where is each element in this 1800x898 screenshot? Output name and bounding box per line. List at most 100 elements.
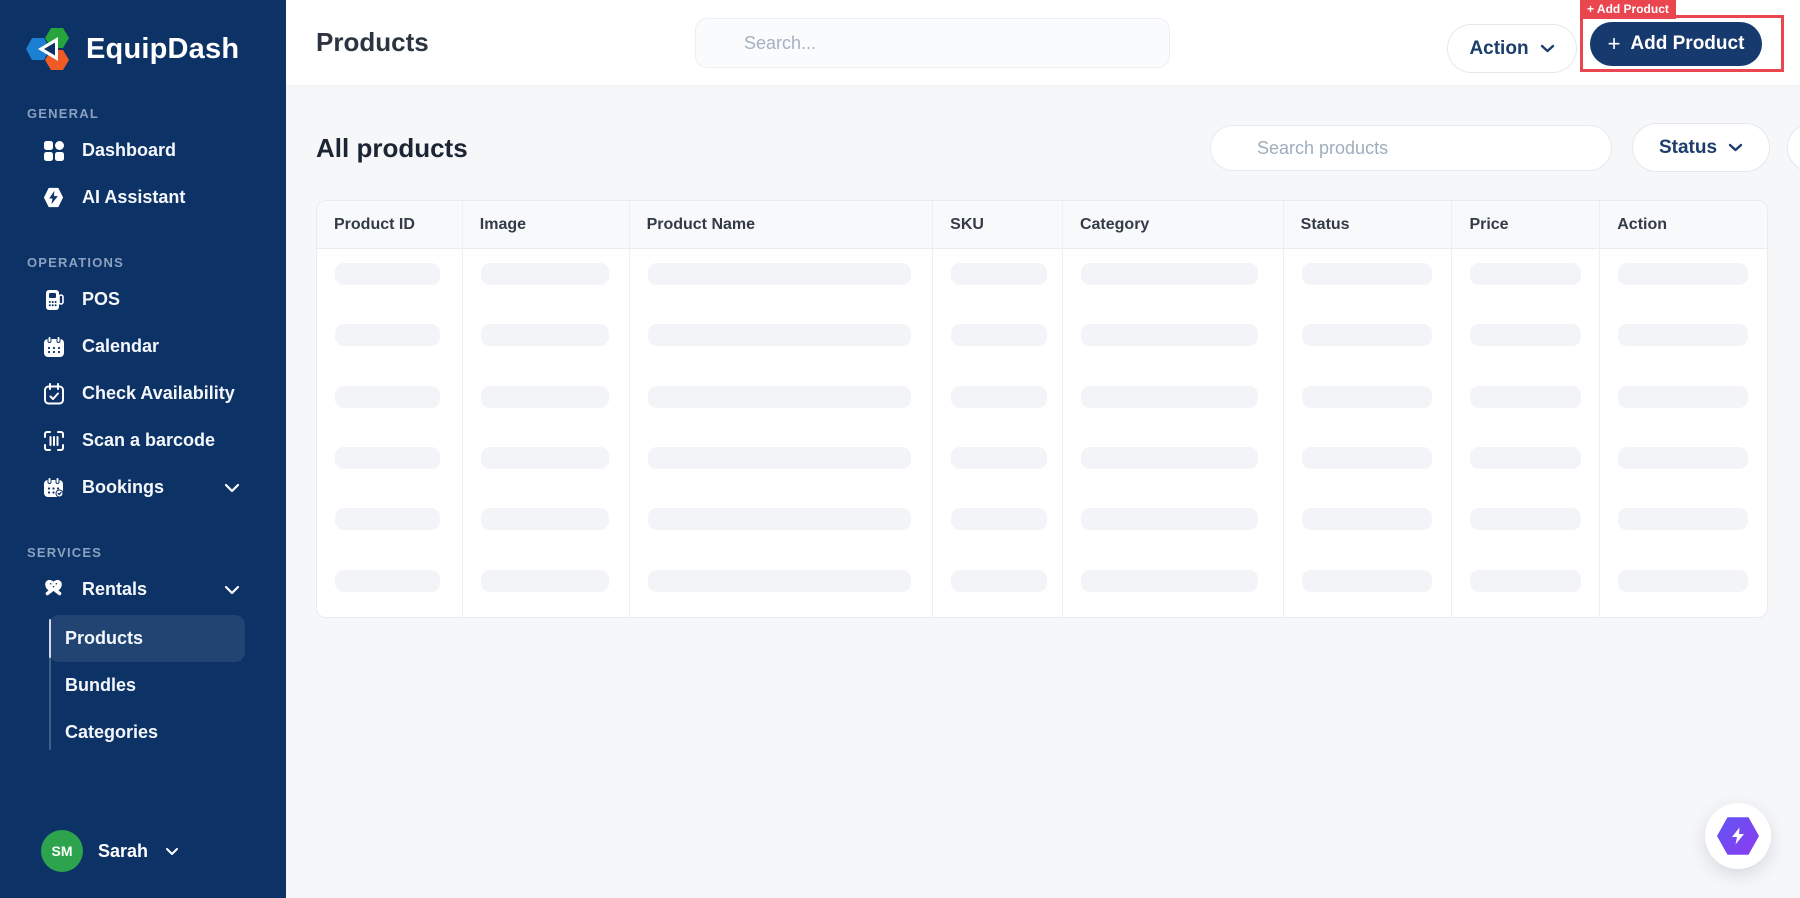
table-cell — [630, 249, 933, 310]
equipdash-logo-icon — [26, 28, 69, 70]
skeleton-bar — [1080, 324, 1258, 347]
sidebar-item-bundles[interactable]: Bundles — [49, 662, 245, 709]
table-cell — [317, 556, 462, 617]
chevron-down-icon — [1728, 143, 1743, 152]
calendar-check-icon — [42, 382, 65, 405]
table-cell — [1284, 249, 1452, 310]
table-column: Category — [1062, 201, 1284, 617]
sidebar-item-label: Dashboard — [82, 140, 177, 160]
column-header: Price — [1452, 201, 1600, 249]
status-filter-button[interactable]: Status — [1632, 123, 1770, 172]
skeleton-bar — [1470, 508, 1582, 531]
skeleton-bar — [1080, 569, 1258, 592]
search-input[interactable] — [695, 18, 1170, 68]
skeleton-bar — [1618, 263, 1749, 285]
skeleton-bar — [335, 385, 440, 408]
table-cell — [933, 372, 1062, 433]
table-column: Product ID — [317, 201, 463, 617]
calendar-icon — [42, 335, 65, 358]
skeleton-bar — [1470, 446, 1582, 469]
table-cell — [1063, 310, 1283, 371]
skeleton-bar — [951, 569, 1048, 592]
sidebar-item-scan-barcode[interactable]: Scan a barcode — [0, 417, 286, 464]
sidebar-item-label: Rentals — [82, 579, 148, 599]
lightning-hexagon-icon — [1717, 817, 1759, 855]
table-cell — [317, 249, 462, 310]
table-cell — [630, 556, 933, 617]
skeleton-bar — [1618, 508, 1749, 531]
user-menu[interactable]: SM Sarah — [0, 830, 286, 898]
table-cell — [933, 310, 1062, 371]
annotation-highlight-box: + Add Product — [1580, 0, 1784, 72]
sidebar-item-label: AI Assistant — [82, 187, 186, 207]
table-cell — [1600, 310, 1767, 371]
top-bar: Products Action + Add Product + Add Prod… — [286, 0, 1800, 86]
search-products-input[interactable] — [1210, 125, 1612, 171]
skeleton-bar — [480, 508, 609, 531]
section-label-services: SERVICES — [27, 545, 103, 560]
skeleton-bar — [1470, 263, 1582, 285]
rentals-paddles-icon — [42, 578, 65, 601]
table-cell — [463, 372, 629, 433]
skeleton-bar — [335, 324, 440, 347]
sidebar-item-bookings[interactable]: Bookings — [0, 464, 286, 511]
table-cell — [1063, 372, 1283, 433]
skeleton-bar — [1618, 569, 1749, 592]
table-cell — [1600, 433, 1767, 494]
table-cell — [630, 372, 933, 433]
products-table: Product ID Image Product Name SKU Category St… — [316, 200, 1768, 618]
chevron-down-icon — [1540, 44, 1555, 53]
table-column: Status — [1283, 201, 1453, 617]
clipped-edge-button[interactable] — [1787, 123, 1800, 172]
sidebar-item-ai-assistant[interactable]: AI Assistant — [0, 174, 286, 221]
skeleton-bar — [335, 569, 440, 592]
table-cell — [463, 494, 629, 555]
table-column: Image — [462, 201, 630, 617]
skeleton-bar — [1080, 446, 1258, 469]
app-title: EquipDash — [86, 32, 240, 65]
sidebar-item-products[interactable]: Products — [49, 615, 245, 662]
table-cell — [317, 494, 462, 555]
sidebar-item-rentals[interactable]: Rentals — [0, 566, 286, 613]
table-cell — [1600, 372, 1767, 433]
table-cell — [1452, 556, 1599, 617]
products-toolbar: All products Status — [316, 123, 1800, 173]
table-cell — [1452, 494, 1599, 555]
sidebar-item-check-availability[interactable]: Check Availability — [0, 370, 286, 417]
sidebar: EquipDash GENERAL Dashboard AI Assistant… — [0, 0, 286, 898]
sidebar-item-pos[interactable]: POS — [0, 276, 286, 323]
sidebar-item-label: Categories — [65, 722, 159, 742]
column-header: Category — [1062, 201, 1283, 249]
user-name: Sarah — [98, 840, 149, 861]
sidebar-item-label: Bundles — [65, 675, 137, 695]
table-cell — [463, 433, 629, 494]
chevron-down-icon — [165, 847, 179, 856]
action-button[interactable]: Action — [1447, 24, 1577, 73]
skeleton-bar — [1470, 385, 1582, 408]
skeleton-bar — [1301, 569, 1432, 592]
skeleton-bar — [1301, 446, 1432, 469]
skeleton-bar — [1080, 263, 1258, 285]
sidebar-item-label: Bookings — [82, 477, 165, 497]
skeleton-bar — [480, 446, 609, 469]
skeleton-bar — [480, 569, 609, 592]
skeleton-bar — [480, 385, 609, 408]
skeleton-bar — [1301, 385, 1432, 408]
table-cell — [1284, 556, 1452, 617]
skeleton-bar — [1301, 324, 1432, 347]
skeleton-bar — [335, 508, 440, 531]
sidebar-item-dashboard[interactable]: Dashboard — [0, 127, 286, 174]
table-cell — [1063, 494, 1283, 555]
skeleton-bar — [951, 263, 1048, 285]
table-cell — [933, 556, 1062, 617]
chevron-down-icon — [224, 483, 240, 493]
column-header: Image — [462, 201, 629, 249]
sidebar-item-categories[interactable]: Categories — [49, 709, 245, 756]
skeleton-bar — [647, 508, 911, 531]
sidebar-item-calendar[interactable]: Calendar — [0, 323, 286, 370]
table-cell — [933, 494, 1062, 555]
table-cell — [1063, 556, 1283, 617]
skeleton-bar — [951, 446, 1048, 469]
table-cell — [1452, 310, 1599, 371]
assistant-fab-button[interactable] — [1705, 803, 1771, 869]
